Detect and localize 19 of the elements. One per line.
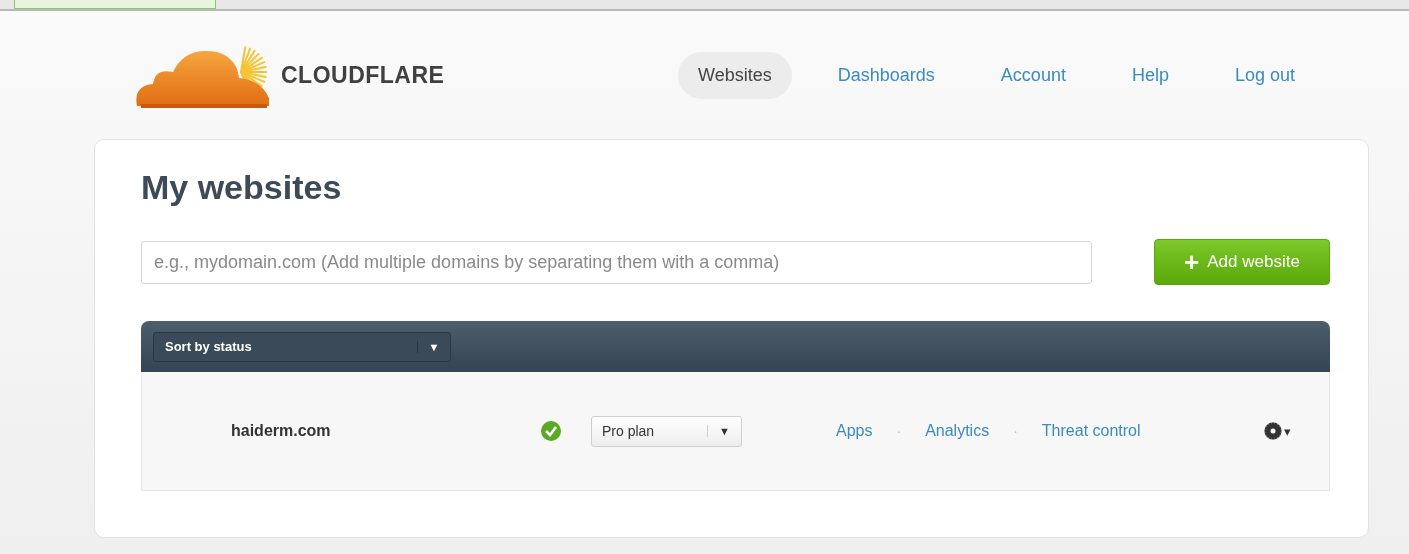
add-website-button[interactable]: + Add website <box>1154 239 1330 285</box>
nav-link[interactable]: Log out <box>1214 51 1315 99</box>
logo-wordmark: CLOUDFLARE <box>281 61 445 89</box>
domain-input-field[interactable]: e.g., mydomain.com (Add multiple domains by separating them with a comma) <box>141 240 1092 284</box>
sort-select[interactable]: Sort by status ▼ <box>153 331 451 362</box>
site-link[interactable]: Threat control <box>1041 422 1141 440</box>
link-separator: · <box>896 423 902 439</box>
link-separator: · <box>1013 423 1018 439</box>
nav-link[interactable]: Account <box>980 51 1086 99</box>
page-title: My websites <box>141 168 343 207</box>
nav-link[interactable]: Help <box>1111 51 1189 99</box>
site-link[interactable]: Apps <box>836 422 873 440</box>
settings-icon <box>1264 422 1282 440</box>
plan-select[interactable]: Pro plan ▼ <box>591 415 742 447</box>
domain-name: haiderm.com <box>230 422 332 440</box>
nav-link[interactable]: Dashboards <box>817 51 955 99</box>
settings-menu[interactable]: ▾ <box>1264 422 1291 440</box>
site-link[interactable]: Analytics <box>925 422 990 440</box>
nav-link[interactable]: Websites <box>678 51 792 99</box>
